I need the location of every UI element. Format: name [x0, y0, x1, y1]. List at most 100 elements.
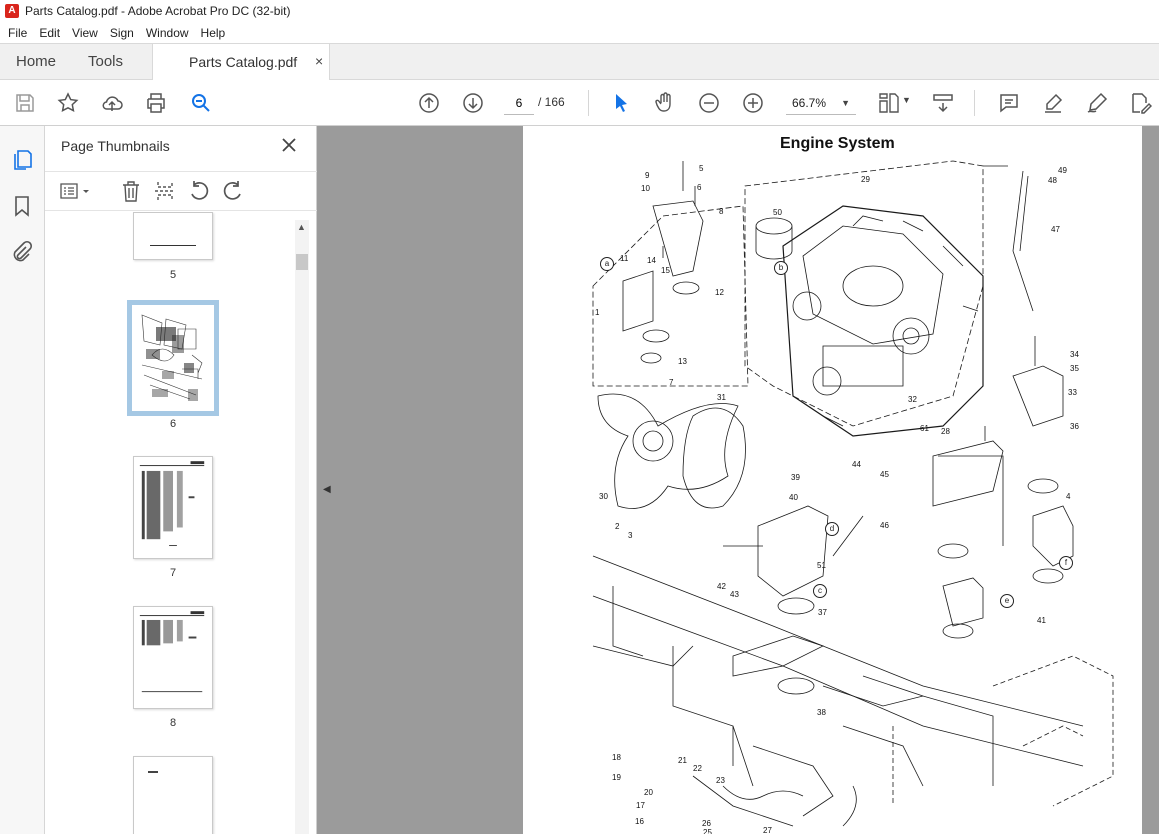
menu-edit[interactable]: Edit: [33, 26, 66, 40]
hand-icon[interactable]: [652, 90, 678, 116]
rotate-clockwise-icon[interactable]: [221, 180, 245, 202]
part-number-callout: 10: [641, 184, 650, 193]
engine-exploded-diagram: [592, 160, 1114, 827]
thumbnail-page-6[interactable]: [127, 300, 219, 416]
part-number-callout: 36: [1070, 422, 1079, 431]
close-tab-icon[interactable]: ×: [315, 53, 323, 69]
tab-document[interactable]: Parts Catalog.pdf ×: [152, 44, 330, 81]
part-number-callout: 14: [647, 256, 656, 265]
tab-home[interactable]: Home: [16, 44, 56, 80]
menu-view[interactable]: View: [66, 26, 104, 40]
part-number-callout: 30: [599, 492, 608, 501]
zoom-level-select[interactable]: 66.7% ▼: [786, 91, 856, 115]
thumbnail-page-5[interactable]: [133, 212, 213, 260]
sign-icon[interactable]: [1084, 90, 1110, 116]
extract-page-icon[interactable]: [153, 180, 177, 202]
part-number-callout: 45: [880, 470, 889, 479]
part-number-callout: 3: [628, 531, 633, 540]
part-number-callout: 5: [699, 164, 704, 173]
comment-icon[interactable]: [996, 90, 1022, 116]
zoom-in-icon[interactable]: [740, 90, 766, 116]
page-total: / 166: [538, 95, 565, 109]
document-viewport[interactable]: ◀ Engine System 1 2 3 4 5 6 7 8 9 10 11 …: [317, 126, 1159, 834]
collapse-panel-icon[interactable]: ◀: [323, 484, 331, 495]
options-menu-icon[interactable]: [59, 180, 95, 202]
close-icon[interactable]: [280, 136, 298, 154]
thumbnail-label: 5: [169, 269, 177, 281]
part-number-callout: 31: [717, 393, 726, 402]
part-number-callout: 61: [920, 424, 929, 433]
find-zoom-icon[interactable]: [188, 90, 214, 116]
part-number-callout: 49: [1058, 166, 1067, 175]
menu-window[interactable]: Window: [140, 26, 195, 40]
thumbnail-diagram-preview: [132, 305, 214, 411]
panel-title: Page Thumbnails: [61, 138, 170, 154]
part-number-callout: 41: [1037, 616, 1046, 625]
part-number-callout: 40: [789, 493, 798, 502]
reference-marker: e: [1000, 594, 1014, 608]
toolbar-divider: [974, 90, 975, 116]
tab-bar: Home Tools Parts Catalog.pdf ×: [0, 43, 1159, 81]
prev-page-icon[interactable]: [416, 90, 442, 116]
thumbnail-page-9[interactable]: [133, 756, 213, 834]
print-icon[interactable]: [143, 90, 169, 116]
thumbnail-scrollbar[interactable]: ▲: [295, 220, 309, 834]
part-number-callout: 48: [1048, 176, 1057, 185]
reference-marker: c: [813, 584, 827, 598]
page-thumbnails-panel: Page Thumbnails 5 6 7 8 ▲: [45, 126, 317, 834]
thumbnail-label: 8: [169, 717, 177, 729]
menu-bar: File Edit View Sign Window Help: [0, 22, 1159, 43]
thumbnail-page-7[interactable]: [133, 456, 213, 559]
menu-help[interactable]: Help: [195, 26, 232, 40]
bookmark-star-icon[interactable]: [55, 90, 81, 116]
part-number-callout: 18: [612, 753, 621, 762]
part-number-callout: 26: [702, 819, 711, 828]
document-tab-label: Parts Catalog.pdf: [189, 54, 298, 70]
rotate-counterclockwise-icon[interactable]: [187, 180, 211, 202]
thumbnail-table-preview: [139, 461, 205, 547]
page-number-input[interactable]: [504, 91, 534, 115]
menu-sign[interactable]: Sign: [104, 26, 140, 40]
part-number-callout: 8: [719, 207, 724, 216]
select-cursor-icon[interactable]: [608, 90, 634, 116]
part-number-callout: 32: [908, 395, 917, 404]
attachment-icon[interactable]: [10, 240, 34, 264]
scrollbar-thumb[interactable]: [296, 254, 308, 270]
toolbar: / 166 66.7% ▼ ▼: [0, 80, 1159, 126]
part-number-callout: 1: [595, 308, 600, 317]
bookmark-icon[interactable]: [10, 194, 34, 218]
acrobat-icon: A: [5, 4, 19, 18]
thumbnail-page-8[interactable]: [133, 606, 213, 709]
part-number-callout: 51: [817, 561, 826, 570]
scroll-up-icon[interactable]: ▲: [297, 222, 306, 232]
menu-file[interactable]: File: [2, 26, 33, 40]
left-navigation-rail: [0, 126, 45, 834]
part-number-callout: 28: [941, 427, 950, 436]
highlight-icon[interactable]: [1040, 90, 1066, 116]
zoom-out-icon[interactable]: [696, 90, 722, 116]
next-page-icon[interactable]: [460, 90, 486, 116]
edit-pdf-icon[interactable]: [1127, 90, 1153, 116]
zoom-level-value: 66.7%: [792, 96, 827, 110]
part-number-callout: 17: [636, 801, 645, 810]
part-number-callout: 42: [717, 582, 726, 591]
part-number-callout: 12: [715, 288, 724, 297]
reference-marker: f: [1059, 556, 1073, 570]
scroll-mode-icon[interactable]: [930, 90, 956, 116]
save-icon[interactable]: [12, 90, 38, 116]
reference-marker: a: [600, 257, 614, 271]
delete-page-icon[interactable]: [119, 180, 143, 202]
tab-tools[interactable]: Tools: [88, 44, 123, 80]
window-title: Parts Catalog.pdf - Adobe Acrobat Pro DC…: [25, 4, 291, 18]
part-number-callout: 50: [773, 208, 782, 217]
part-number-callout: 6: [697, 183, 702, 192]
part-number-callout: 19: [612, 773, 621, 782]
page-fit-icon[interactable]: [876, 90, 902, 116]
part-number-callout: 13: [678, 357, 687, 366]
part-number-callout: 38: [817, 708, 826, 717]
upload-icon[interactable]: [99, 90, 125, 116]
part-number-callout: 35: [1070, 364, 1079, 373]
part-number-callout: 37: [818, 608, 827, 617]
chevron-down-icon[interactable]: ▼: [902, 95, 911, 105]
page-thumbnails-icon[interactable]: [10, 148, 34, 172]
